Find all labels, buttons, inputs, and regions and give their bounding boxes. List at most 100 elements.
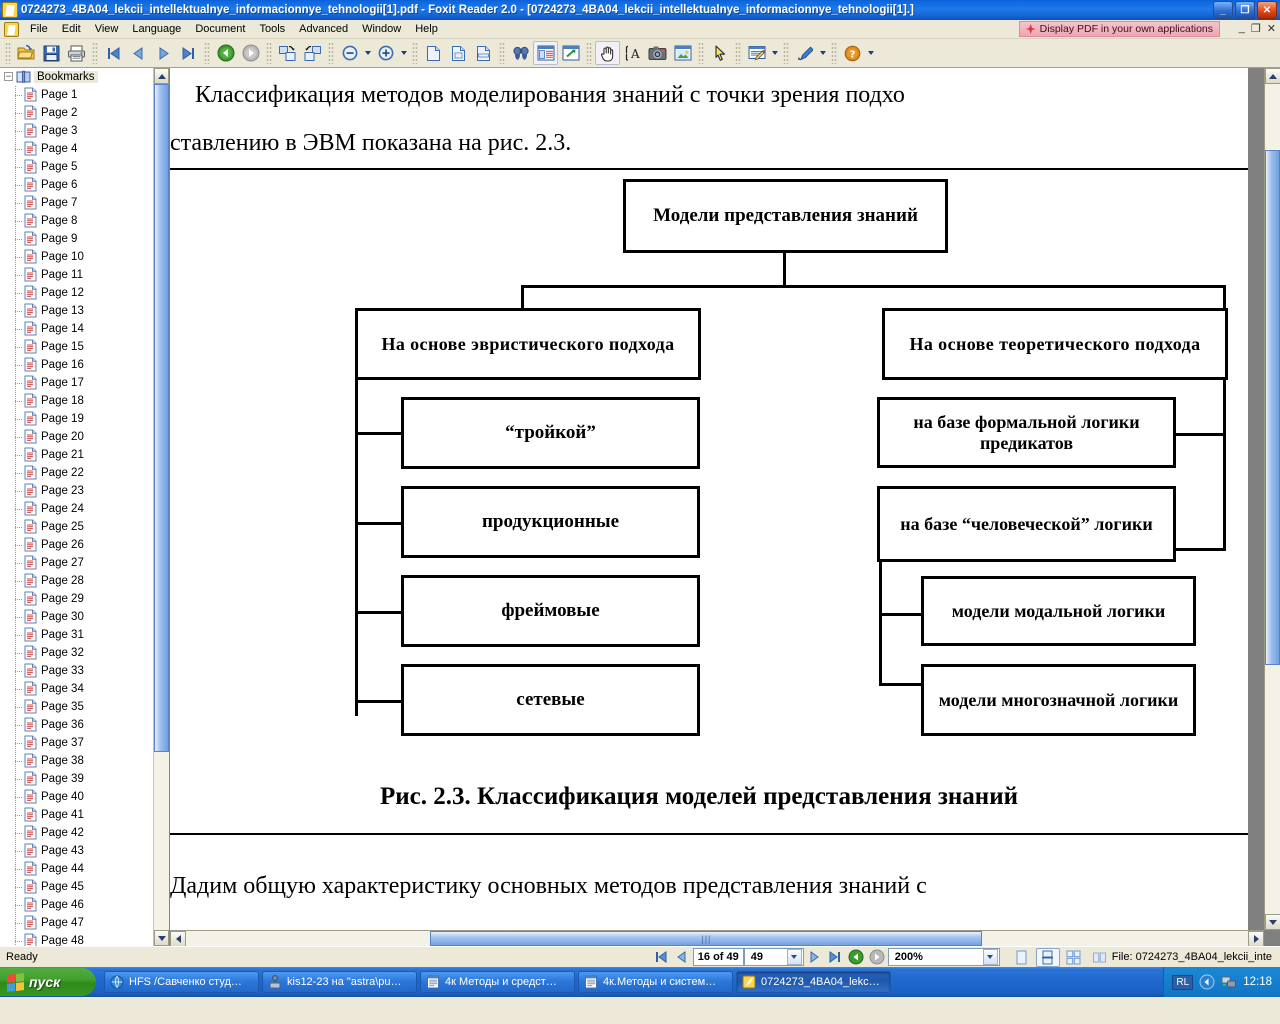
bookmark-item[interactable]: Page 17 <box>0 373 169 392</box>
bookmark-item[interactable]: Page 15 <box>0 337 169 356</box>
bookmark-item[interactable]: Page 7 <box>0 193 169 212</box>
last-page-icon[interactable] <box>176 41 201 65</box>
document-viewer[interactable]: Классификация методов моделирования знан… <box>170 68 1280 946</box>
bookmark-item[interactable]: Page 11 <box>0 265 169 284</box>
bookmark-item[interactable]: Page 2 <box>0 103 169 122</box>
bookmark-item[interactable]: Page 36 <box>0 715 169 734</box>
menu-item-file[interactable]: File <box>23 21 55 37</box>
bookmark-item[interactable]: Page 47 <box>0 913 169 932</box>
toolbar-grip[interactable] <box>412 42 418 64</box>
bookmarks-expander[interactable]: − <box>4 72 13 82</box>
continuous-view-icon[interactable] <box>1035 947 1060 967</box>
bookmark-item[interactable]: Page 25 <box>0 517 169 536</box>
taskbar-button[interactable]: 0724273_4BA04_lekc… <box>736 971 891 993</box>
show-hidden-icon[interactable] <box>1199 974 1215 990</box>
bookmark-item[interactable]: Page 40 <box>0 787 169 806</box>
bookmark-item[interactable]: Page 10 <box>0 247 169 266</box>
toolbar-grip[interactable] <box>783 42 789 64</box>
bookmark-item[interactable]: Page 24 <box>0 499 169 518</box>
bookmark-item[interactable]: Page 20 <box>0 427 169 446</box>
save-icon[interactable] <box>39 41 64 65</box>
bookmark-item[interactable]: Page 16 <box>0 355 169 374</box>
zoom-in-icon[interactable] <box>373 41 398 65</box>
bookmark-item[interactable]: Page 30 <box>0 607 169 626</box>
menu-item-help[interactable]: Help <box>408 21 445 37</box>
toolbar-grip[interactable] <box>831 42 837 64</box>
scroll-up-button[interactable] <box>154 68 169 84</box>
scroll-track[interactable] <box>154 84 169 930</box>
bookmark-item[interactable]: Page 23 <box>0 481 169 500</box>
bookmark-item[interactable]: Page 27 <box>0 553 169 572</box>
toolbar-grip[interactable] <box>266 42 272 64</box>
mdi-close-button[interactable]: ✕ <box>1267 22 1276 35</box>
taskbar-button[interactable]: HFS /Савченко студ… <box>104 971 259 993</box>
toolbar-grip[interactable] <box>735 42 741 64</box>
maximize-button[interactable]: ❐ <box>1235 1 1255 19</box>
first-page-icon[interactable] <box>651 948 672 967</box>
toolbar-grip[interactable] <box>204 42 210 64</box>
go-forward-icon[interactable] <box>867 948 888 967</box>
bookmark-item[interactable]: Page 45 <box>0 877 169 896</box>
taskbar-button[interactable]: kis12-23 на "astra\pu… <box>262 971 417 993</box>
scroll-thumb[interactable] <box>154 84 169 753</box>
bookmark-item[interactable]: Page 33 <box>0 661 169 680</box>
bookmark-item[interactable]: Page 9 <box>0 229 169 248</box>
fit-page-icon[interactable] <box>446 41 471 65</box>
next-page-icon[interactable] <box>804 948 825 967</box>
page-number-combo[interactable]: 49 <box>743 948 804 966</box>
bookmarks-list[interactable]: Page 1 Page 2 Page 3 Page 4 Page 5 Page 6 Page… <box>0 85 169 946</box>
bookmark-item[interactable]: Page 29 <box>0 589 169 608</box>
bookmark-item[interactable]: Page 32 <box>0 643 169 662</box>
minimize-button[interactable]: _ <box>1213 1 1233 19</box>
bookmark-item[interactable]: Page 14 <box>0 319 169 338</box>
menu-item-advanced[interactable]: Advanced <box>292 21 355 37</box>
bookmark-item[interactable]: Page 43 <box>0 841 169 860</box>
bookmark-item[interactable]: Page 39 <box>0 769 169 788</box>
toolbar-grip[interactable] <box>92 42 98 64</box>
toolbar-grip[interactable] <box>586 42 592 64</box>
language-indicator[interactable]: RL <box>1172 974 1194 990</box>
bookmark-item[interactable]: Page 4 <box>0 139 169 158</box>
toolbar-grip[interactable] <box>5 42 11 64</box>
print-icon[interactable] <box>64 41 89 65</box>
bookmark-item[interactable]: Page 6 <box>0 175 169 194</box>
drawing-tool-icon[interactable] <box>792 41 817 65</box>
menu-item-window[interactable]: Window <box>355 21 408 37</box>
bookmark-item[interactable]: Page 34 <box>0 679 169 698</box>
bookmark-item[interactable]: Page 28 <box>0 571 169 590</box>
toolbar-grip[interactable] <box>328 42 334 64</box>
bookmark-item[interactable]: Page 13 <box>0 301 169 320</box>
previous-page-icon[interactable] <box>126 41 151 65</box>
scroll-down-button[interactable] <box>154 930 169 946</box>
bookmark-item[interactable]: Page 18 <box>0 391 169 410</box>
previous-page-icon[interactable] <box>672 948 693 967</box>
zoom-in-dropdown[interactable] <box>398 41 409 65</box>
bookmark-item[interactable]: Page 42 <box>0 823 169 842</box>
zoom-out-icon[interactable] <box>337 41 362 65</box>
start-button[interactable]: пуск <box>0 968 96 996</box>
toolbar-grip[interactable] <box>698 42 704 64</box>
bookmark-item[interactable]: Page 44 <box>0 859 169 878</box>
bookmark-item[interactable]: Page 31 <box>0 625 169 644</box>
viewer-scroll-up-button[interactable] <box>1265 68 1280 84</box>
close-button[interactable]: ✕ <box>1257 1 1277 19</box>
bookmark-item[interactable]: Page 46 <box>0 895 169 914</box>
menu-item-view[interactable]: View <box>88 21 126 37</box>
bookmark-item[interactable]: Page 5 <box>0 157 169 176</box>
bookmark-item[interactable]: Page 1 <box>0 85 169 104</box>
hand-tool-icon[interactable] <box>595 41 620 65</box>
bookmarks-root[interactable]: − Bookmarks <box>0 68 169 86</box>
next-page-icon[interactable] <box>151 41 176 65</box>
bookmark-item[interactable]: Page 35 <box>0 697 169 716</box>
zoom-out-dropdown[interactable] <box>362 41 373 65</box>
bookmark-item[interactable]: Page 38 <box>0 751 169 770</box>
bookmark-item[interactable]: Page 12 <box>0 283 169 302</box>
help-icon[interactable]: ? <box>840 41 865 65</box>
menu-item-document[interactable]: Document <box>188 21 252 37</box>
taskbar-button[interactable]: 4к.Методы и систем… <box>578 971 733 993</box>
viewer-scroll-left-button[interactable] <box>170 931 186 946</box>
bookmark-item[interactable]: Page 41 <box>0 805 169 824</box>
bookmark-item[interactable]: Page 48 <box>0 931 169 946</box>
viewer-scroll-track[interactable] <box>1265 84 1280 914</box>
go-back-icon[interactable] <box>213 41 238 65</box>
